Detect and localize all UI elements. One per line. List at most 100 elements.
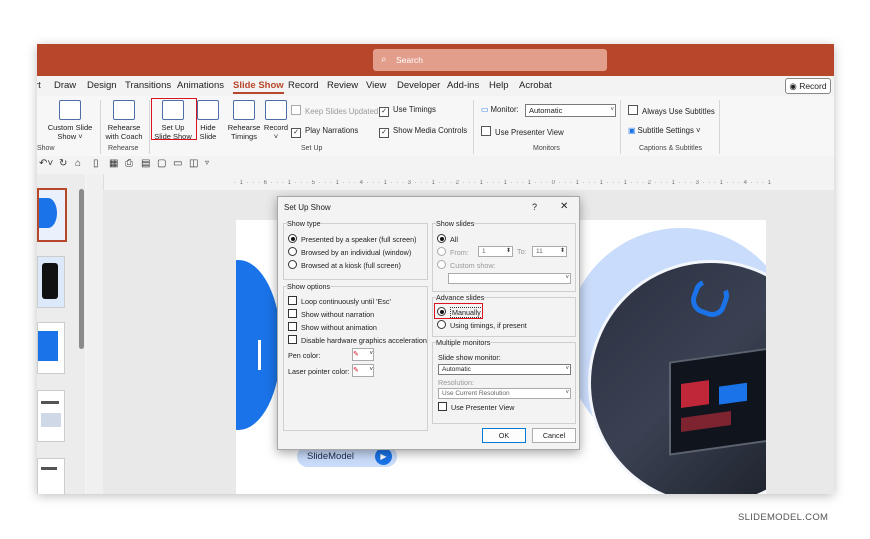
comment-icon[interactable]: ▭ (173, 158, 182, 169)
show-slides-label: Show slides (436, 219, 475, 228)
radio-custom-show[interactable]: Custom show: (437, 260, 496, 270)
disable-hardware-acceleration-checkbox[interactable]: Disable hardware graphics acceleration (288, 335, 427, 345)
checkbox-box (481, 126, 491, 136)
tab-transitions[interactable]: Transitions (125, 80, 171, 91)
quick-access-toolbar: ↶˅ ↻ ⌂ ▯ ▦ ⎙ ▤ ▢ ▭ ◫ ▿ (37, 156, 834, 174)
divider (149, 100, 150, 154)
print-icon[interactable]: ⎙ (125, 158, 133, 169)
ok-button[interactable]: OK (482, 428, 526, 443)
option-label: Browsed at a kiosk (full screen) (301, 261, 401, 270)
redo-icon[interactable]: ↻ (59, 158, 67, 169)
tab-record[interactable]: Record (288, 80, 319, 91)
tab-add-ins[interactable]: Add-ins (447, 80, 479, 91)
option-label: Use Presenter View (451, 403, 515, 412)
tab-acrobat[interactable]: Acrobat (519, 80, 552, 91)
radio-from-slides[interactable]: From: (437, 247, 469, 257)
laser-color-picker[interactable]: ✎ ˅ (352, 364, 374, 377)
slide-thumbnail[interactable] (37, 458, 65, 494)
tab-draw[interactable]: Draw (54, 80, 76, 91)
tab-view[interactable]: View (366, 80, 386, 91)
keep-slides-updated-label: Keep Slides Updated (305, 107, 379, 116)
thumb-graphic (39, 198, 57, 228)
from-slide-input[interactable]: 1 ⬍ (478, 246, 513, 257)
option-label: All (450, 235, 458, 244)
search-icon: ⌕ (381, 54, 387, 65)
phone-graphic (42, 263, 58, 299)
play-narrations-checkbox[interactable]: ✓ Play Narrations (291, 126, 358, 138)
thumbnail-scrollbar[interactable] (79, 189, 84, 349)
show-media-controls-label: Show Media Controls (393, 126, 468, 135)
group-label-monitors: Monitors (533, 145, 560, 152)
custom-show-dropdown[interactable]: ˅ (448, 273, 571, 284)
show-without-animation-checkbox[interactable]: Show without animation (288, 322, 377, 332)
tab-review[interactable]: Review (327, 80, 358, 91)
rehearse-timings-button[interactable]: Rehearse Timings (225, 100, 263, 141)
group-label-rehearse: Rehearse (108, 145, 139, 152)
hide-slide-button[interactable]: Hide Slide (196, 100, 220, 141)
search-box[interactable]: ⌕ Search (373, 49, 607, 71)
radio-browsed-by-individual[interactable]: Browsed by an individual (window) (288, 247, 411, 257)
help-button[interactable]: ? (532, 202, 537, 212)
chevron-down-icon: ˅ (565, 275, 569, 281)
custom-slide-show-button[interactable]: Custom Slide Show ˅ (45, 100, 95, 141)
use-presenter-view-dialog-checkbox[interactable]: Use Presenter View (438, 402, 514, 412)
coach-icon (113, 100, 135, 120)
radio-all-slides[interactable]: All (437, 234, 458, 244)
record-slide-button[interactable]: Record ˅ (261, 100, 291, 141)
tab-design[interactable]: Design (87, 80, 117, 91)
record-button-label: Record (799, 81, 827, 91)
window-icon[interactable]: ◫ (189, 158, 198, 169)
slide-icon[interactable]: ▢ (157, 158, 166, 169)
radio-button (288, 234, 297, 243)
advance-slides-label: Advance slides (436, 293, 485, 302)
table-icon[interactable]: ▤ (141, 158, 150, 169)
slide-thumbnail[interactable] (37, 188, 67, 242)
monitor-dropdown[interactable]: Automatic ˅ (525, 104, 616, 117)
slide-thumbnail[interactable] (37, 390, 65, 442)
group-label-setup: Set Up (301, 145, 323, 152)
chevron-down-icon: ˅ (369, 351, 373, 357)
tab-animations[interactable]: Animations (177, 80, 224, 91)
image-icon[interactable]: ▦ (109, 158, 118, 169)
subtitle-settings-button[interactable]: ▣ Subtitle Settings ˅ (628, 126, 701, 135)
option-label: Loop continuously until 'Esc' (301, 297, 391, 306)
option-label: Show without narration (301, 310, 375, 319)
slide-thumbnail[interactable] (37, 256, 65, 308)
rehearse-with-coach-button[interactable]: Rehearse with Coach (102, 100, 146, 141)
slide-thumbnails-pane (37, 174, 85, 494)
use-timings-checkbox[interactable]: ✓ Use Timings (379, 105, 436, 117)
radio-using-timings[interactable]: Using timings, if present (437, 320, 527, 330)
cancel-button[interactable]: Cancel (532, 428, 576, 443)
show-media-controls-checkbox[interactable]: ✓ Show Media Controls (379, 126, 467, 138)
custom-slide-show-label: Custom Slide Show ˅ (47, 123, 93, 141)
tab-slide-show[interactable]: Slide Show (233, 80, 284, 94)
loop-continuously-checkbox[interactable]: Loop continuously until 'Esc' (288, 296, 391, 306)
close-button[interactable]: ✕ (560, 201, 568, 212)
tab-insert-partial[interactable]: rt (37, 80, 41, 91)
subtitle-settings-label: Subtitle Settings ˅ (637, 126, 701, 135)
use-presenter-view-checkbox[interactable]: Use Presenter View (481, 126, 564, 137)
tab-developer[interactable]: Developer (397, 80, 440, 91)
slide-show-monitor-label: Slide show monitor: (438, 353, 501, 362)
record-button[interactable]: ◉ Record (785, 78, 831, 94)
monitor-value: Automatic (529, 106, 563, 115)
record-dot-icon: ◉ (789, 81, 797, 91)
customize-qat-icon[interactable]: ▿ (205, 158, 209, 167)
open-folder-icon[interactable]: ⌂ (75, 158, 81, 169)
to-slide-input[interactable]: 11 ⬍ (532, 246, 567, 257)
show-without-narration-checkbox[interactable]: Show without narration (288, 309, 374, 319)
new-file-icon[interactable]: ▯ (93, 158, 99, 169)
always-use-subtitles-checkbox[interactable]: Always Use Subtitles (628, 105, 715, 116)
slide-show-monitor-dropdown[interactable]: Automatic ˅ (438, 364, 571, 375)
slide-thumbnail[interactable] (37, 322, 65, 374)
tab-help[interactable]: Help (489, 80, 509, 91)
checkmark-icon: ✓ (291, 128, 301, 138)
undo-icon[interactable]: ↶˅ (39, 158, 53, 169)
radio-browsed-at-kiosk[interactable]: Browsed at a kiosk (full screen) (288, 260, 401, 270)
pen-color-picker[interactable]: ✎ ˅ (352, 348, 374, 361)
play-icon: ▶ (375, 448, 392, 465)
radio-presented-by-speaker[interactable]: Presented by a speaker (full screen) (288, 234, 416, 244)
radio-button (288, 247, 297, 256)
resolution-dropdown[interactable]: Use Current Resolution ˅ (438, 388, 571, 399)
chevron-down-icon: ˅ (610, 107, 614, 113)
